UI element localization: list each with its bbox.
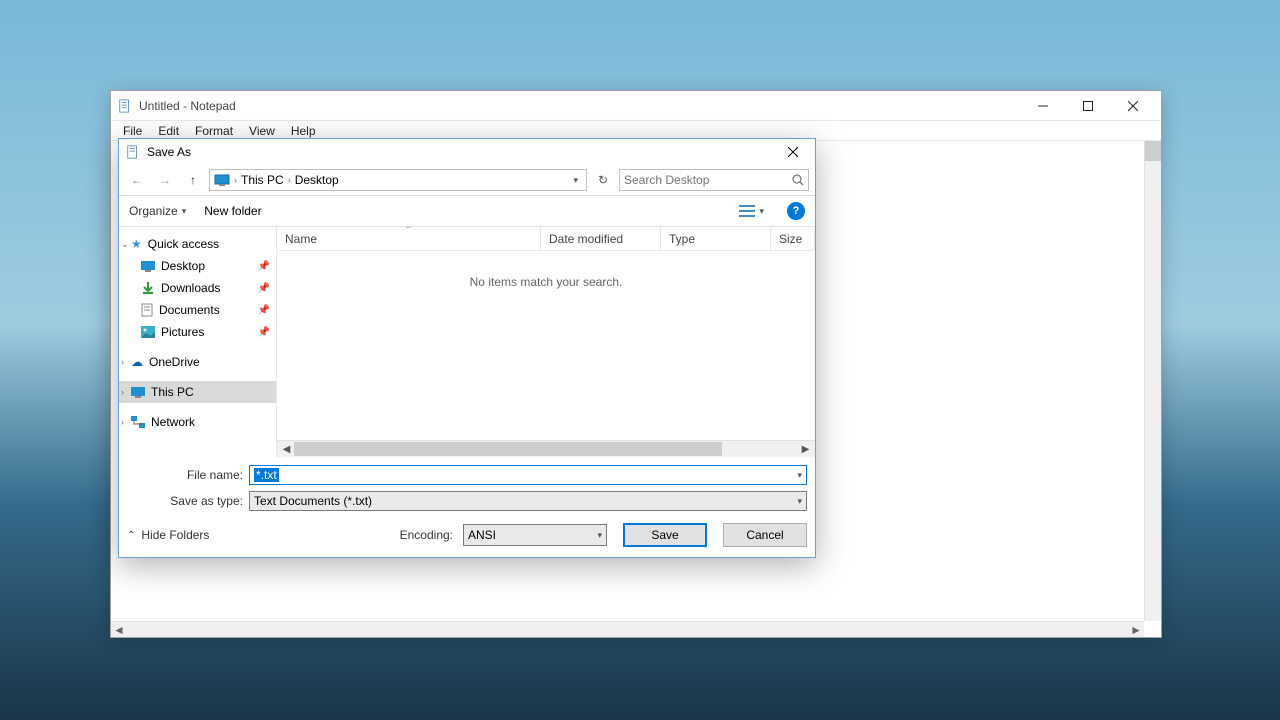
column-headers: ⌃ Name Date modified Type Size <box>277 227 815 251</box>
new-folder-button[interactable]: New folder <box>204 204 261 218</box>
hide-folders-toggle[interactable]: ⌃ Hide Folders <box>127 528 209 542</box>
desktop-icon <box>141 261 155 272</box>
chevron-down-icon: ▾ <box>759 206 764 217</box>
savetype-label: Save as type: <box>127 494 243 508</box>
pin-icon: 📌 <box>258 327 270 338</box>
pin-icon: 📌 <box>258 283 270 294</box>
file-list-pane: ⌃ Name Date modified Type Size No items … <box>277 227 815 457</box>
help-button[interactable]: ? <box>787 202 805 220</box>
chevron-down-icon[interactable]: ▾ <box>797 470 802 481</box>
empty-message: No items match your search. <box>470 275 623 289</box>
chevron-right-icon: › <box>288 175 291 185</box>
network-icon <box>131 416 145 428</box>
details-view-icon <box>739 205 755 217</box>
filename-input[interactable]: *.txt ▾ <box>249 465 807 485</box>
sidebar-item-desktop[interactable]: Desktop 📌 <box>119 255 276 277</box>
minimize-button[interactable] <box>1020 91 1065 120</box>
notepad-titlebar[interactable]: Untitled - Notepad <box>111 91 1161 121</box>
chevron-right-icon: › <box>234 175 237 185</box>
notepad-vscrollbar[interactable] <box>1144 141 1161 621</box>
chevron-down-icon[interactable]: ▾ <box>797 496 802 507</box>
close-button[interactable] <box>1110 91 1155 120</box>
scroll-left-icon[interactable]: ◀ <box>279 444 294 455</box>
onedrive-icon: ☁ <box>131 355 143 369</box>
chevron-up-icon: ⌃ <box>127 530 135 541</box>
chevron-down-icon[interactable]: ▾ <box>597 530 602 541</box>
search-input[interactable] <box>624 173 792 187</box>
dialog-titlebar[interactable]: Save As <box>119 139 815 165</box>
notepad-title: Untitled - Notepad <box>139 99 1020 113</box>
sidebar-thispc[interactable]: › This PC <box>119 381 276 403</box>
sidebar-item-documents[interactable]: Documents 📌 <box>119 299 276 321</box>
breadcrumb-desktop[interactable]: Desktop <box>295 173 339 187</box>
menu-format[interactable]: Format <box>187 122 241 140</box>
cancel-button[interactable]: Cancel <box>723 523 807 547</box>
dialog-toolbar: Organize▾ New folder ▾ ? <box>119 195 815 227</box>
refresh-button[interactable]: ↻ <box>591 168 615 192</box>
sidebar-item-downloads[interactable]: Downloads 📌 <box>119 277 276 299</box>
dialog-close-button[interactable] <box>777 140 809 164</box>
notepad-icon <box>125 144 141 160</box>
search-icon <box>792 174 804 186</box>
file-list-hscrollbar[interactable]: ◀ ▶ <box>277 440 815 457</box>
breadcrumb-thispc[interactable]: This PC <box>241 173 284 187</box>
sidebar-item-pictures[interactable]: Pictures 📌 <box>119 321 276 343</box>
menu-help[interactable]: Help <box>283 122 324 140</box>
savetype-select[interactable]: Text Documents (*.txt) ▾ <box>249 491 807 511</box>
maximize-button[interactable] <box>1065 91 1110 120</box>
downloads-icon <box>141 281 155 295</box>
pin-icon: 📌 <box>258 261 270 272</box>
dialog-title: Save As <box>147 145 777 159</box>
view-mode-button[interactable]: ▾ <box>734 202 769 220</box>
documents-icon <box>141 303 153 317</box>
filename-label: File name: <box>127 468 243 482</box>
sidebar-onedrive[interactable]: › ☁ OneDrive <box>119 351 276 373</box>
sort-asc-icon: ⌃ <box>405 227 412 234</box>
thispc-icon <box>214 174 230 186</box>
nav-up-button[interactable]: ↑ <box>181 168 205 192</box>
chevron-right-icon: › <box>121 357 124 367</box>
encoding-label: Encoding: <box>400 528 453 542</box>
sidebar-quick-access[interactable]: ⌄ ★ Quick access <box>119 233 276 255</box>
encoding-select[interactable]: ANSI ▾ <box>463 524 607 546</box>
column-size[interactable]: Size <box>771 227 815 250</box>
thispc-icon <box>131 387 145 398</box>
menu-file[interactable]: File <box>115 122 150 140</box>
organize-button[interactable]: Organize▾ <box>129 204 186 218</box>
sidebar-network[interactable]: › Network <box>119 411 276 433</box>
address-dropdown-icon[interactable]: ▾ <box>569 175 582 186</box>
nav-row: ← → ↑ › This PC › Desktop ▾ ↻ <box>119 165 815 195</box>
notepad-icon <box>117 98 133 114</box>
address-bar[interactable]: › This PC › Desktop ▾ <box>209 169 587 191</box>
column-name[interactable]: ⌃ Name <box>277 227 541 250</box>
scroll-right-icon[interactable]: ▶ <box>798 444 813 455</box>
file-list[interactable]: No items match your search. <box>277 251 815 440</box>
nav-forward-button[interactable]: → <box>153 168 177 192</box>
chevron-down-icon: ⌄ <box>121 239 129 250</box>
dialog-bottom-row: ⌃ Hide Folders Encoding: ANSI ▾ Save Can… <box>119 515 815 557</box>
chevron-right-icon: › <box>121 387 124 397</box>
save-as-dialog: Save As ← → ↑ › This PC › Desktop ▾ ↻ Or… <box>118 138 816 558</box>
column-date[interactable]: Date modified <box>541 227 661 250</box>
search-box[interactable] <box>619 169 809 191</box>
navigation-pane: ⌄ ★ Quick access Desktop 📌 Downloads 📌 D… <box>119 227 277 457</box>
save-button[interactable]: Save <box>623 523 707 547</box>
notepad-hscrollbar[interactable]: ◄► <box>111 621 1144 637</box>
menu-edit[interactable]: Edit <box>150 122 187 140</box>
pictures-icon <box>141 326 155 338</box>
chevron-right-icon: › <box>121 417 124 427</box>
star-icon: ★ <box>131 237 142 251</box>
column-type[interactable]: Type <box>661 227 771 250</box>
nav-back-button[interactable]: ← <box>125 168 149 192</box>
menu-view[interactable]: View <box>241 122 283 140</box>
pin-icon: 📌 <box>258 305 270 316</box>
